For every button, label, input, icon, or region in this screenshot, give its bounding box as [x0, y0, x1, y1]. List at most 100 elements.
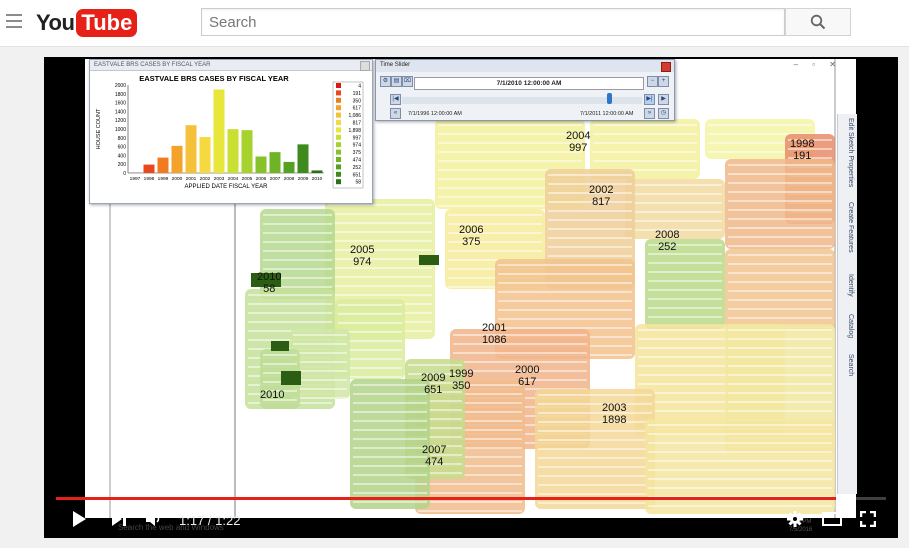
map-label-year: 1998 [790, 138, 815, 150]
legend-swatch [336, 142, 341, 148]
bar-1999 [157, 157, 169, 173]
tab-edit-sketch-properties[interactable]: Edit Sketch Properties [840, 118, 854, 198]
map-label-1999: 1999 350 [449, 368, 473, 392]
go-to-start-icon[interactable]: |◀ [390, 94, 401, 105]
logo-text-tube: Tube [76, 9, 138, 37]
map-label-2001: 2001 1086 [482, 322, 506, 346]
y-tick-label: 2000 [115, 83, 126, 89]
zoom-out-icon[interactable]: − [647, 76, 658, 87]
time-slider-handle[interactable] [607, 93, 612, 104]
menu-icon[interactable] [6, 14, 22, 28]
chart-window[interactable]: EASTVALE BRS CASES BY FISCAL YEAR EASTVA… [89, 59, 373, 204]
chart-title: EASTVALE BRS CASES BY FISCAL YEAR [139, 74, 289, 83]
time-separator: / [204, 513, 216, 528]
zoom-in-icon[interactable]: + [658, 76, 669, 87]
y-tick-label: 400 [118, 153, 127, 159]
tab-identify[interactable]: Identify [840, 274, 854, 308]
masthead: You Tube Search [0, 0, 909, 47]
map-label-2003: 2003 1898 [602, 402, 626, 426]
map-label-count: 58 [263, 283, 276, 295]
parcel-2010-highlight [419, 255, 439, 265]
map-label-year: 2008 [655, 229, 680, 241]
window-controls[interactable]: – ▫ ✕ [794, 60, 842, 69]
time-slider-title: Time Slider [376, 60, 674, 72]
slider-end-label: 7/1/2011 12:00:00 AM [580, 111, 634, 117]
bar-2010 [311, 170, 323, 173]
legend-entry: 474 [353, 158, 362, 164]
tab-search[interactable]: Search [840, 354, 854, 388]
x-tick-label: 2010 [312, 176, 323, 182]
x-axis-label: APPLIED DATE FISCAL YEAR [185, 184, 269, 190]
legend-entry: 651 [353, 172, 362, 178]
map-label-year: 2000 [515, 364, 540, 376]
y-tick-label: 200 [118, 162, 127, 168]
theater-mode-icon[interactable] [822, 512, 842, 526]
map-label-count: 974 [353, 256, 372, 268]
map-label-2010: 2010 [260, 389, 284, 401]
bar-2005 [241, 130, 253, 173]
parcel-block [350, 379, 430, 509]
parcel-2010-highlight [271, 341, 289, 351]
legend-entry: 997 [353, 135, 362, 141]
export-icon[interactable]: ▤ [391, 76, 402, 87]
legend-swatch [336, 164, 341, 170]
extent-icon[interactable]: ⌧ [402, 76, 413, 87]
legend-entry: 817 [353, 121, 362, 127]
current-time-display: 7/1/2010 12:00:00 AM [414, 77, 644, 90]
bar-2009 [297, 144, 309, 173]
x-tick-label: 2008 [284, 176, 295, 182]
close-icon[interactable] [360, 61, 370, 71]
map-label-year: 2002 [589, 184, 614, 196]
next-icon[interactable] [112, 512, 126, 526]
fullscreen-icon[interactable] [860, 511, 876, 527]
map-label-year: 2004 [566, 130, 591, 142]
legend-entry: 1,898 [348, 128, 361, 134]
bar-2002 [199, 137, 211, 173]
map-label-2002: 2002 817 [589, 184, 613, 208]
play-icon[interactable] [72, 511, 86, 527]
play-icon[interactable]: ▶| [644, 94, 655, 105]
youtube-logo[interactable]: You Tube [36, 8, 138, 38]
legend-swatch [336, 134, 341, 140]
legend-entry: 4 [358, 84, 361, 90]
search-input[interactable]: Search [201, 8, 785, 36]
settings-gear-icon[interactable] [787, 511, 803, 527]
time-current: 1:17 [179, 513, 205, 528]
clock-icon[interactable]: ◷ [658, 108, 669, 119]
map-label-year: 2005 [350, 244, 375, 256]
x-tick-label: 2007 [270, 176, 281, 182]
volume-icon[interactable] [146, 512, 162, 526]
x-tick-label: 2000 [172, 176, 183, 182]
map-label-2010: 2010 58 [257, 271, 281, 295]
close-icon[interactable] [661, 62, 671, 72]
y-axis-label: HOUSE COUNT [96, 108, 102, 149]
search-button[interactable] [785, 8, 851, 36]
time-slider-track[interactable] [402, 97, 642, 104]
step-forward-icon[interactable]: ▶ [658, 94, 669, 105]
video-player[interactable]: 2004 997 1998 191 2002 817 2006 375 2008 252 2005 9… [44, 57, 898, 538]
legend-entry: 617 [353, 106, 362, 112]
map-label-year: 1999 [449, 368, 474, 380]
step-back-icon[interactable]: « [390, 108, 401, 119]
tab-catalog[interactable]: Catalog [840, 314, 854, 348]
parcel-block [725, 249, 835, 329]
legend-swatch [336, 149, 341, 155]
parcel-2010-highlight [281, 371, 301, 385]
time-slider-window[interactable]: Time Slider ⚙ ▤ ⌧ 7/1/2010 12:00:00 AM −… [375, 59, 675, 121]
legend-swatch [336, 97, 341, 103]
map-label-year: 2010 [257, 271, 282, 283]
legend-entry: 375 [353, 150, 362, 156]
map-label-year: 2006 [459, 224, 484, 236]
legend-swatch [336, 157, 341, 162]
map-label-count: 817 [592, 196, 611, 208]
map-label-count: 191 [793, 150, 812, 162]
x-tick-label: 1998 [144, 176, 155, 182]
map-label-count: 252 [658, 241, 677, 253]
y-tick-label: 800 [118, 136, 127, 142]
progress-bar[interactable] [56, 497, 886, 500]
options-icon[interactable]: ⚙ [380, 76, 391, 87]
step-forward-fast-icon[interactable]: » [644, 108, 655, 119]
legend-entry: 350 [353, 98, 362, 104]
map-label-count: 1086 [482, 334, 507, 346]
tab-create-features[interactable]: Create Features [840, 202, 854, 268]
